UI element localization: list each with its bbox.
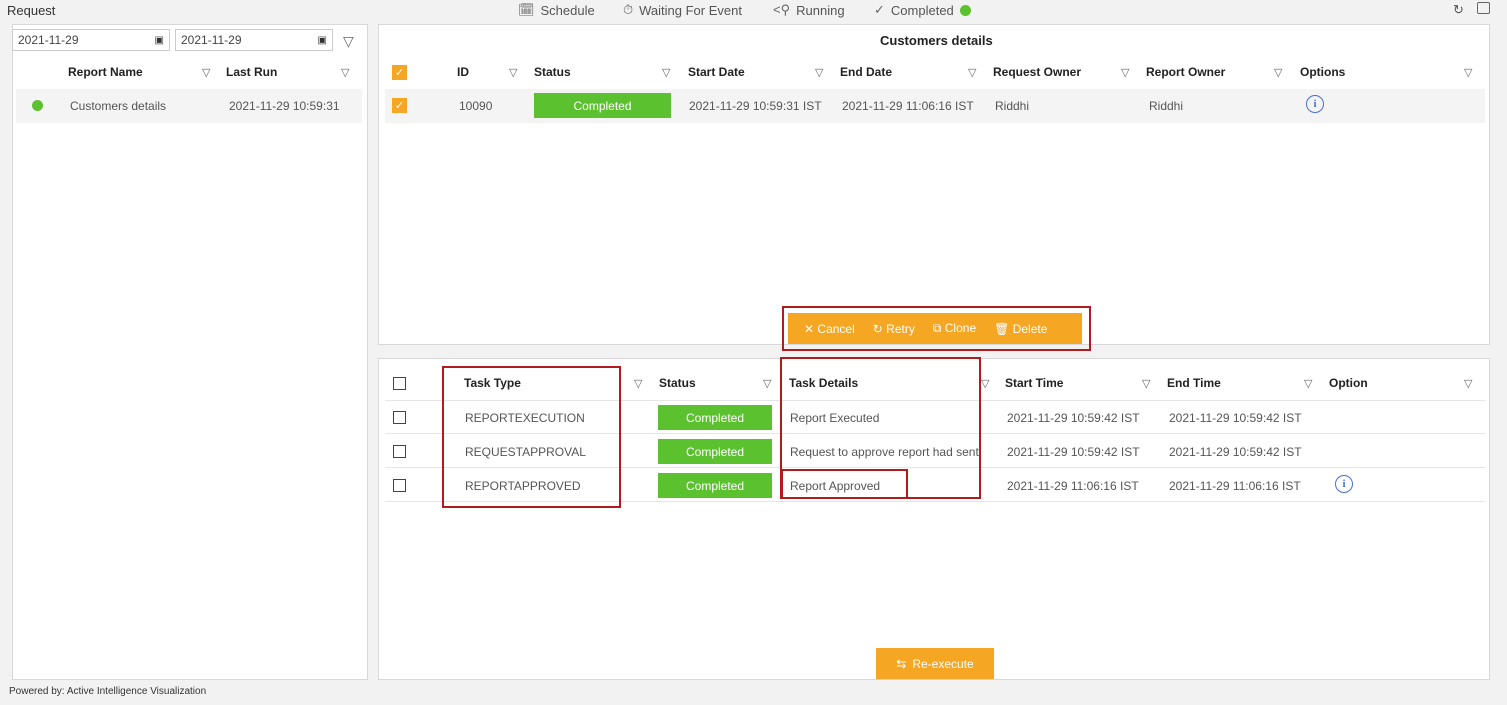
action-bar: ✕ Cancel ↻ Retry ⧉ Clone 🗑 Delete [788,313,1082,344]
nav-completed-label: Completed [890,2,954,18]
cancel-button[interactable]: ✕ Cancel [804,322,855,336]
delete-button[interactable]: 🗑 Delete [994,322,1047,336]
col-option: Option [1329,376,1368,390]
page-title: Request [7,3,56,18]
filter-icon[interactable]: ▽ [1464,377,1472,390]
col-report-owner: Report Owner [1146,65,1226,79]
filter-icon[interactable]: ▽ [763,377,771,390]
filter-icon[interactable]: ▽ [1142,377,1150,390]
retry-label: Retry [886,321,915,336]
footer-text: Powered by: Active Intelligence Visualiz… [9,686,207,697]
start-time: 2021-11-29 10:59:42 IST [1007,445,1140,459]
comment-icon[interactable] [1477,2,1490,14]
col-options: Options [1300,65,1346,79]
completed-status-dot [959,4,971,16]
row-checkbox[interactable] [393,411,406,424]
close-icon: ✕ [804,321,815,336]
clone-label: Clone [944,321,977,335]
row-checkbox[interactable] [393,479,406,492]
request-id: 10090 [459,99,493,113]
col-start-date: Start Date [688,65,745,79]
status-dot [32,100,43,111]
info-icon[interactable]: i [1306,95,1324,113]
filter-icon[interactable]: ▽ [1304,377,1312,390]
row-checkbox[interactable]: ✓ [392,98,407,113]
col-request-owner: Request Owner [993,65,1082,79]
re-execute-button[interactable]: ⇆ Re-execute [876,648,994,679]
delete-label: Delete [1012,321,1048,336]
last-run: 2021-11-29 10:59:31 [229,99,340,113]
nav-waiting-for-event[interactable]: ⏱ Waiting For Event [623,0,742,20]
nav-completed[interactable]: ✓ Completed [874,0,971,20]
check-icon: ✓ [874,2,885,17]
status-badge: Completed [658,405,772,430]
status-badge: Completed [658,439,772,464]
col-status: Status [534,65,571,79]
filter-icon[interactable]: ▽ [1274,66,1282,79]
status-badge: Completed [658,473,772,498]
col-last-run: Last Run [226,65,278,79]
report-owner: Riddhi [1149,99,1184,113]
nav-running[interactable]: <⚲ Running [773,0,845,20]
re-execute-label: Re-execute [912,656,974,671]
col-report-name: Report Name [68,65,143,79]
date-to-value: 2021-11-29 [181,33,242,47]
filter-icon[interactable]: ▽ [343,33,354,50]
col-end-time: End Time [1167,376,1221,390]
filter-icon[interactable]: ▽ [662,66,670,79]
highlight-box [442,366,621,508]
trash-icon: 🗑 [994,321,1010,336]
filter-icon[interactable]: ▽ [981,377,989,390]
filter-icon[interactable]: ▽ [634,377,642,390]
info-icon[interactable]: i [1335,475,1353,493]
filter-icon[interactable]: ▽ [341,66,349,79]
end-time: 2021-11-29 11:06:16 IST [1169,479,1301,493]
col-end-date: End Date [840,65,893,79]
start-time: 2021-11-29 11:06:16 IST [1007,479,1139,493]
date-from-input[interactable]: 2021-11-29 ▣ [12,29,170,51]
cancel-label: Cancel [817,321,855,336]
nav-waiting-label: Waiting For Event [639,2,742,18]
clone-icon: ⧉ [932,321,942,335]
timer-icon: ⏱ [623,2,634,17]
filter-icon[interactable]: ▽ [202,66,210,79]
end-time: 2021-11-29 10:59:42 IST [1169,411,1302,425]
refresh-icon[interactable]: ↻ [1453,2,1464,18]
start-time: 2021-11-29 10:59:42 IST [1007,411,1140,425]
running-icon: <⚲ [773,2,791,17]
date-from-value: 2021-11-29 [18,33,79,47]
requests-title: Customers details [880,33,993,48]
date-to-input[interactable]: 2021-11-29 ▣ [175,29,333,51]
nav-schedule-label: Schedule [540,2,595,18]
calendar-icon[interactable]: ▣ [155,35,164,46]
select-all-checkbox[interactable]: ✓ [392,65,407,80]
calendar-icon[interactable]: ▣ [318,35,327,46]
report-name[interactable]: Customers details [70,99,166,113]
request-owner: Riddhi [995,99,1030,113]
col-id: ID [457,65,469,79]
nav-schedule[interactable]: 🗓 Schedule [518,0,595,20]
filter-icon[interactable]: ▽ [1121,66,1129,79]
retry-icon: ↻ [872,321,883,336]
status-badge: Completed [534,93,671,118]
nav-running-label: Running [796,2,845,18]
filter-icon[interactable]: ▽ [815,66,823,79]
col-status: Status [659,376,696,390]
filter-icon[interactable]: ▽ [509,66,517,79]
end-time: 2021-11-29 10:59:42 IST [1169,445,1302,459]
end-date: 2021-11-29 11:06:16 IST [842,99,974,113]
repeat-icon: ⇆ [896,656,907,671]
retry-button[interactable]: ↻ Retry [873,322,915,336]
filter-icon[interactable]: ▽ [968,66,976,79]
col-start-time: Start Time [1005,376,1064,390]
select-all-checkbox[interactable] [393,377,406,390]
filter-icon[interactable]: ▽ [1464,66,1472,79]
calendar-icon: 🗓 [518,2,535,17]
highlight-box [781,469,908,499]
start-date: 2021-11-29 10:59:31 IST [689,99,822,113]
row-checkbox[interactable] [393,445,406,458]
clone-button[interactable]: ⧉ Clone [933,321,976,336]
